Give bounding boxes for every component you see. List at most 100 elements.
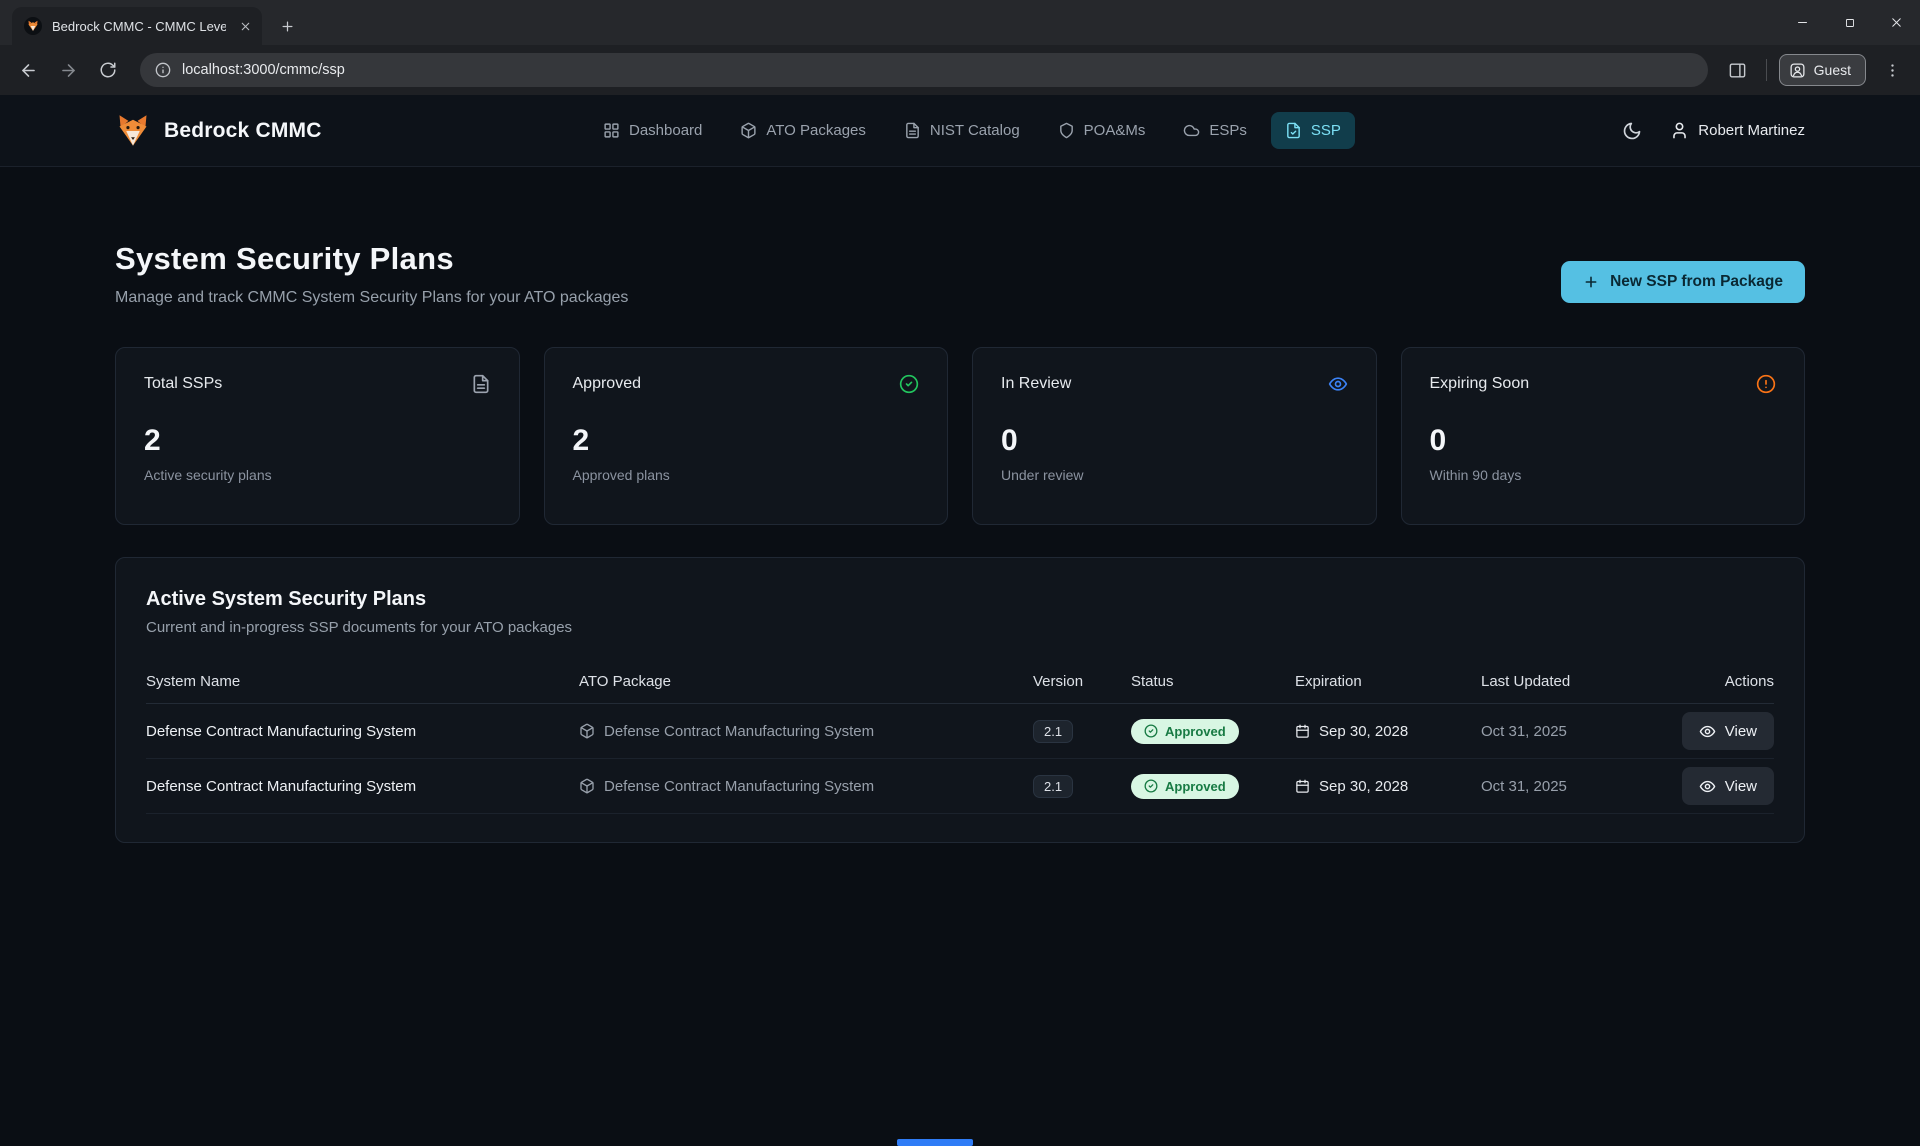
nav-label: SSP bbox=[1311, 122, 1341, 139]
side-panel-icon[interactable] bbox=[1722, 54, 1754, 86]
nav-item-nist-catalog[interactable]: NIST Catalog bbox=[890, 112, 1034, 149]
stat-value: 2 bbox=[573, 424, 920, 458]
browser-menu-icon[interactable] bbox=[1878, 56, 1906, 84]
col-expiration: Expiration bbox=[1295, 673, 1481, 690]
page-title: System Security Plans bbox=[115, 241, 628, 277]
table-header-row: System Name ATO Package Version Status E… bbox=[146, 660, 1774, 704]
minimize-button[interactable] bbox=[1779, 0, 1826, 45]
new-ssp-button[interactable]: New SSP from Package bbox=[1561, 261, 1805, 303]
stat-label: Approved bbox=[573, 375, 642, 393]
url-bar[interactable]: localhost:3000/cmmc/ssp bbox=[140, 53, 1708, 87]
tab-close-icon[interactable] bbox=[236, 17, 254, 35]
stats-row: Total SSPs 2 Active security plans Appro… bbox=[115, 347, 1805, 525]
toolbar-right: Guest bbox=[1722, 54, 1910, 86]
main-nav: Dashboard ATO Packages NIST Catalog POA&… bbox=[589, 112, 1355, 149]
version-badge: 2.1 bbox=[1033, 720, 1073, 743]
cell-last-updated: Oct 31, 2025 bbox=[1481, 778, 1671, 795]
cell-expiration: Sep 30, 2028 bbox=[1319, 723, 1408, 740]
close-button[interactable] bbox=[1873, 0, 1920, 45]
stat-caption: Active security plans bbox=[144, 467, 491, 483]
ssp-table: System Name ATO Package Version Status E… bbox=[146, 660, 1774, 814]
col-last-updated: Last Updated bbox=[1481, 673, 1671, 690]
brand[interactable]: Bedrock CMMC bbox=[115, 113, 322, 149]
check-circle-icon bbox=[1144, 779, 1158, 793]
cell-last-updated: Oct 31, 2025 bbox=[1481, 723, 1671, 740]
package-icon bbox=[579, 778, 595, 794]
calendar-icon bbox=[1295, 779, 1310, 794]
stat-caption: Approved plans bbox=[573, 467, 920, 483]
nav-item-ssp[interactable]: SSP bbox=[1271, 112, 1355, 149]
cloud-icon bbox=[1183, 122, 1200, 139]
status-badge: Approved bbox=[1131, 719, 1239, 744]
stat-value: 2 bbox=[144, 424, 491, 458]
stat-card-in-review: In Review 0 Under review bbox=[972, 347, 1377, 525]
col-status: Status bbox=[1131, 673, 1295, 690]
brand-name: Bedrock CMMC bbox=[164, 119, 322, 143]
eye-icon bbox=[1699, 723, 1716, 740]
cell-ato-package: Defense Contract Manufacturing System bbox=[604, 723, 874, 740]
eye-icon bbox=[1328, 374, 1348, 394]
app-header: Bedrock CMMC Dashboard ATO Packages NIST… bbox=[0, 95, 1920, 167]
nav-item-ato-packages[interactable]: ATO Packages bbox=[726, 112, 880, 149]
page-subtitle: Manage and track CMMC System Security Pl… bbox=[115, 289, 628, 307]
stat-label: In Review bbox=[1001, 375, 1071, 393]
maximize-button[interactable] bbox=[1826, 0, 1873, 45]
nav-item-dashboard[interactable]: Dashboard bbox=[589, 112, 716, 149]
main-content: System Security Plans Manage and track C… bbox=[0, 167, 1920, 843]
refresh-button[interactable] bbox=[90, 52, 126, 88]
nav-item-poams[interactable]: POA&Ms bbox=[1044, 112, 1160, 149]
file-check-icon bbox=[1285, 122, 1302, 139]
back-button[interactable] bbox=[10, 52, 46, 88]
user-name: Robert Martinez bbox=[1698, 122, 1805, 139]
browser-toolbar: localhost:3000/cmmc/ssp Guest bbox=[0, 45, 1920, 95]
stat-label: Expiring Soon bbox=[1430, 375, 1530, 393]
check-circle-icon bbox=[899, 374, 919, 394]
tab-strip: Bedrock CMMC - CMMC Level bbox=[0, 0, 1920, 45]
view-button[interactable]: View bbox=[1682, 712, 1774, 750]
table-row: Defense Contract Manufacturing System De… bbox=[146, 759, 1774, 814]
calendar-icon bbox=[1295, 724, 1310, 739]
nav-label: Dashboard bbox=[629, 122, 702, 139]
nav-label: NIST Catalog bbox=[930, 122, 1020, 139]
tab-title: Bedrock CMMC - CMMC Level bbox=[52, 19, 226, 34]
new-ssp-button-label: New SSP from Package bbox=[1610, 273, 1783, 291]
view-button[interactable]: View bbox=[1682, 767, 1774, 805]
toolbar-divider bbox=[1766, 59, 1767, 81]
stat-card-expiring-soon: Expiring Soon 0 Within 90 days bbox=[1401, 347, 1806, 525]
dark-mode-toggle-icon[interactable] bbox=[1622, 121, 1642, 141]
nav-label: ESPs bbox=[1209, 122, 1247, 139]
view-button-label: View bbox=[1725, 778, 1757, 795]
col-ato-package: ATO Package bbox=[579, 673, 1033, 690]
stat-card-approved: Approved 2 Approved plans bbox=[544, 347, 949, 525]
plus-icon bbox=[1583, 274, 1599, 290]
guest-profile-button[interactable]: Guest bbox=[1779, 54, 1866, 86]
taskbar-indicator bbox=[897, 1139, 973, 1146]
app-page: Bedrock CMMC Dashboard ATO Packages NIST… bbox=[0, 95, 1920, 1146]
table-title: Active System Security Plans bbox=[146, 588, 1774, 611]
eye-icon bbox=[1699, 778, 1716, 795]
browser-tab[interactable]: Bedrock CMMC - CMMC Level bbox=[12, 7, 262, 45]
cell-expiration: Sep 30, 2028 bbox=[1319, 778, 1408, 795]
guest-avatar-icon bbox=[1789, 62, 1806, 79]
ssp-table-card: Active System Security Plans Current and… bbox=[115, 557, 1805, 843]
fox-logo-icon bbox=[115, 113, 151, 149]
window-controls bbox=[1779, 0, 1920, 45]
shield-icon bbox=[1058, 122, 1075, 139]
col-actions: Actions bbox=[1671, 673, 1774, 690]
file-icon bbox=[471, 374, 491, 394]
nav-item-esps[interactable]: ESPs bbox=[1169, 112, 1261, 149]
package-icon bbox=[579, 723, 595, 739]
package-icon bbox=[740, 122, 757, 139]
nav-label: POA&Ms bbox=[1084, 122, 1146, 139]
new-tab-button[interactable] bbox=[272, 11, 302, 41]
view-button-label: View bbox=[1725, 723, 1757, 740]
table-subtitle: Current and in-progress SSP documents fo… bbox=[146, 619, 1774, 636]
stat-caption: Within 90 days bbox=[1430, 467, 1777, 483]
forward-button[interactable] bbox=[50, 52, 86, 88]
cell-ato-package: Defense Contract Manufacturing System bbox=[604, 778, 874, 795]
user-menu[interactable]: Robert Martinez bbox=[1670, 121, 1805, 140]
col-version: Version bbox=[1033, 673, 1131, 690]
cell-system-name: Defense Contract Manufacturing System bbox=[146, 723, 579, 740]
site-info-icon[interactable] bbox=[155, 62, 171, 78]
stat-value: 0 bbox=[1430, 424, 1777, 458]
